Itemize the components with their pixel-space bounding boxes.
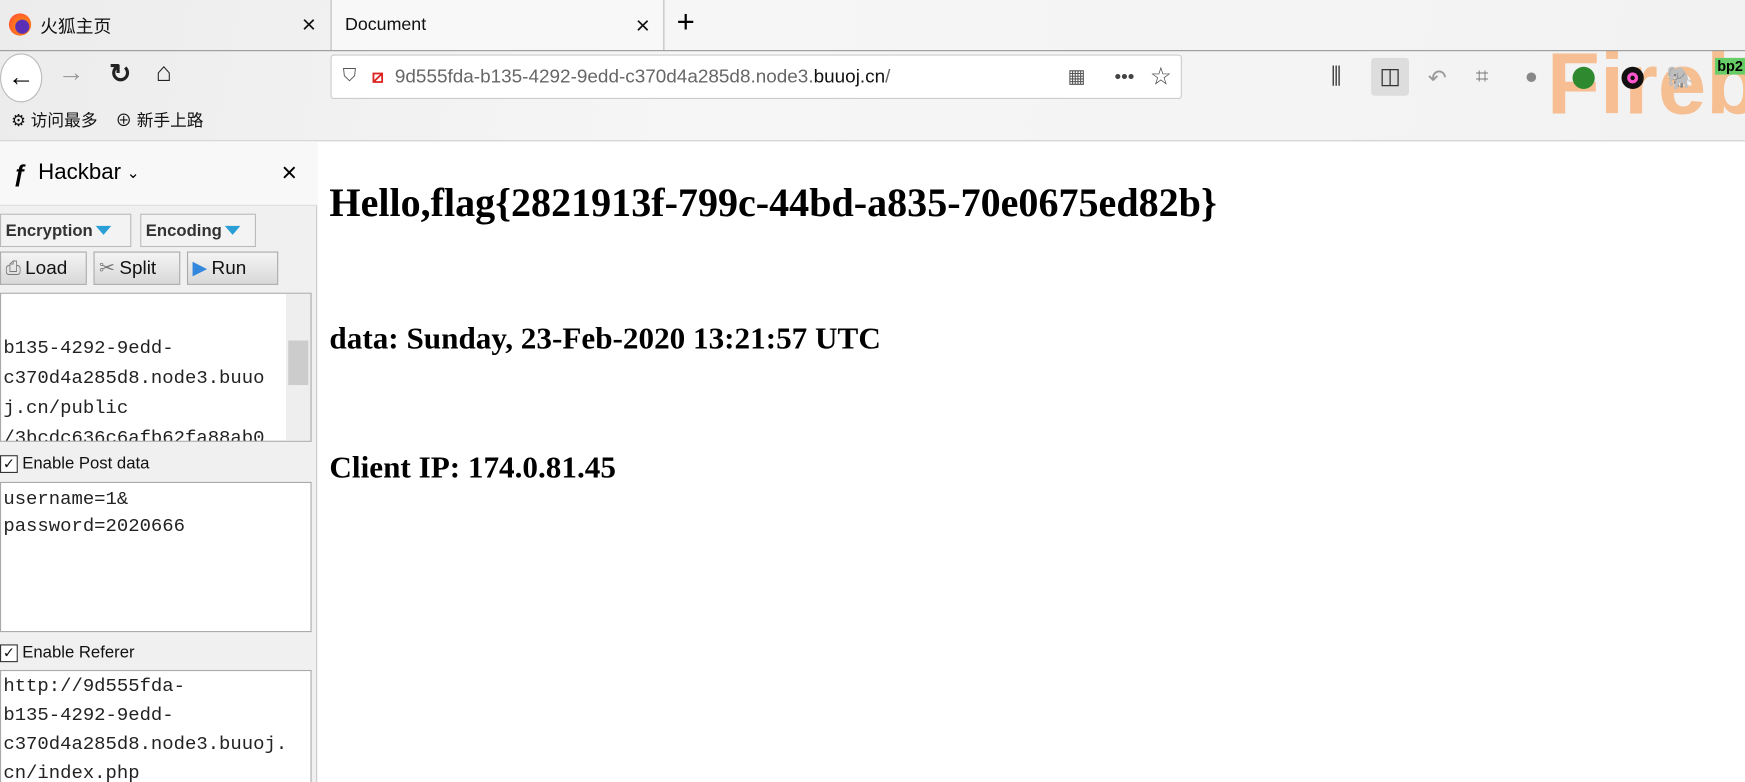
url-text: b135-4292-9edd- c370d4a285d8.node3.buuo … [3, 338, 265, 442]
tab-firefox-home[interactable]: 火狐主页 × [0, 0, 329, 49]
scissors-icon: ✂ [99, 257, 115, 279]
bookmark-label: 访问最多 [30, 111, 98, 131]
scrollbar[interactable] [286, 293, 311, 441]
browser-chrome: Fireb 火狐主页 × Document × + ← → ↻ ⌂ ⛉ ⧄ 9d… [0, 0, 1745, 142]
load-button[interactable]: ⎙ Load [0, 251, 87, 285]
dropdown-arrow-icon [225, 225, 241, 235]
dropdown-label: Encryption [5, 220, 93, 240]
checkbox-label: Enable Referer [22, 643, 135, 663]
undo-icon[interactable]: ↶ [1428, 65, 1447, 93]
close-sidebar-button[interactable]: × [282, 157, 298, 188]
sidebar-icon[interactable]: ◫ [1371, 57, 1409, 96]
account-icon[interactable] [1621, 66, 1644, 90]
sidebar-header: ƒ Hackbar ⌄ × [0, 141, 318, 206]
close-tab-icon[interactable]: × [636, 11, 650, 40]
referer-textarea[interactable]: http://9d555fda- b135-4292-9edd- c370d4a… [0, 669, 312, 782]
enable-post-toggle[interactable]: ✓ Enable Post data [0, 454, 149, 473]
client-ip-heading: Client IP: 174.0.81.45 [329, 450, 616, 486]
split-button[interactable]: ✂ Split [93, 251, 181, 285]
bookmark-most-visited[interactable]: ⚙ 访问最多 [11, 108, 97, 131]
checkbox-label: Enable Post data [22, 454, 150, 473]
checkbox-checked[interactable]: ✓ [0, 643, 18, 662]
home-button[interactable]: ⌂ [156, 58, 172, 89]
date-heading: data: Sunday, 23-Feb-2020 13:21:57 UTC [329, 321, 881, 357]
green-extension-icon[interactable] [1572, 66, 1595, 90]
shield-icon[interactable]: ⛉ [343, 67, 356, 87]
scrollbar-thumb[interactable] [288, 340, 309, 386]
tab-label: Document [344, 15, 427, 34]
hackbar-logo-icon: ƒ [13, 158, 27, 187]
insecure-lock-icon[interactable]: ⧄ [372, 66, 384, 88]
firefox-icon [8, 13, 32, 36]
bookmark-star-icon[interactable]: ☆ [1150, 62, 1172, 91]
tab-document[interactable]: Document × [330, 0, 665, 51]
bookmarks-toolbar: ⚙ 访问最多 ⊕ 新手上路 [11, 108, 203, 131]
globe-icon: ⊕ [115, 111, 133, 131]
play-icon: ▶ [192, 257, 208, 279]
qr-code-icon[interactable]: ▦ [1068, 66, 1086, 88]
bookmark-label: 新手上路 [136, 111, 204, 131]
crop-icon[interactable]: ⌗ [1476, 65, 1489, 91]
post-data-textarea[interactable]: username=1& password=2020666 [0, 481, 312, 633]
hackbar-sidebar: ƒ Hackbar ⌄ × Encryption Encoding ⎙ Load … [0, 141, 318, 782]
new-tab-button[interactable]: + [677, 4, 695, 40]
forward-button[interactable]: → [58, 58, 85, 89]
button-label: Split [119, 257, 157, 279]
checkbox-checked[interactable]: ✓ [0, 454, 18, 473]
enable-referer-toggle[interactable]: ✓ Enable Referer [0, 643, 135, 662]
reload-button[interactable]: ↻ [109, 58, 131, 90]
load-icon: ⎙ [5, 257, 21, 279]
tab-label: 火狐主页 [40, 17, 112, 37]
url-bar[interactable]: ⛉ ⧄ 9d555fda-b135-4292-9edd-c370d4a285d8… [330, 54, 1182, 100]
evernote-icon[interactable]: 🐘 [1666, 65, 1694, 93]
dropdown-arrow-icon [96, 225, 112, 235]
chevron-down-icon[interactable]: ⌄ [127, 164, 140, 183]
bookmark-getting-started[interactable]: ⊕ 新手上路 [115, 108, 203, 131]
gear-icon: ⚙ [11, 111, 27, 131]
page-content: Hello,flag{2821913f-799c-44bd-a835-70e06… [318, 141, 1745, 782]
chat-icon[interactable]: ● [1525, 65, 1538, 91]
sidebar-title[interactable]: Hackbar [38, 160, 121, 186]
divider [0, 50, 1745, 52]
button-label: Load [25, 257, 68, 279]
referer-text: http://9d555fda- b135-4292-9edd- c370d4a… [3, 676, 288, 782]
flag-heading: Hello,flag{2821913f-799c-44bd-a835-70e06… [329, 180, 1217, 225]
more-actions-button[interactable]: ••• [1114, 66, 1134, 88]
url-suffix: / [885, 65, 891, 87]
url-host: buuoj.cn [813, 65, 886, 87]
library-icon[interactable]: ⫼ [1331, 65, 1341, 91]
url-textarea[interactable]: b135-4292-9edd- c370d4a285d8.node3.buuo … [0, 292, 312, 442]
close-tab-icon[interactable]: × [302, 10, 316, 39]
bp-extension-icon[interactable]: bp2 [1714, 57, 1745, 75]
run-button[interactable]: ▶ Run [186, 251, 279, 285]
encryption-dropdown[interactable]: Encryption [0, 213, 132, 248]
back-button[interactable]: ← [0, 53, 43, 103]
button-label: Run [211, 257, 247, 279]
encoding-dropdown[interactable]: Encoding [140, 213, 256, 248]
dropdown-label: Encoding [145, 220, 222, 240]
post-text: username=1& password=2020666 [3, 489, 186, 538]
url-prefix: 9d555fda-b135-4292-9edd-c370d4a285d8.nod… [394, 65, 814, 87]
